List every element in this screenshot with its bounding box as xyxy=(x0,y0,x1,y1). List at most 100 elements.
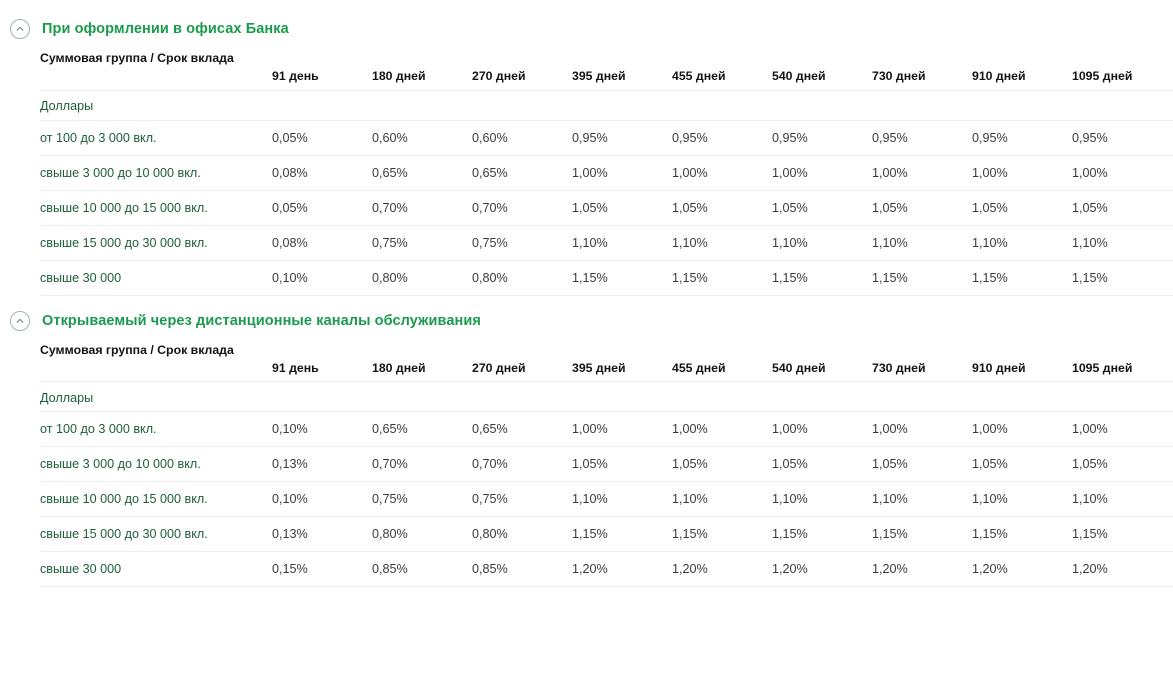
group-spacer xyxy=(272,381,372,412)
rate-cell: 1,10% xyxy=(1072,225,1173,261)
rate-cell: 0,65% xyxy=(372,155,472,191)
rate-cell: 0,05% xyxy=(272,190,372,226)
group-spacer xyxy=(572,90,672,121)
group-spacer xyxy=(972,90,1072,121)
chevron-up-circle-icon[interactable] xyxy=(10,19,30,39)
rate-cell: 0,08% xyxy=(272,225,372,261)
rate-cell: 1,20% xyxy=(1072,551,1173,587)
rate-cell: 1,00% xyxy=(972,411,1072,447)
rate-cell: 1,20% xyxy=(772,551,872,587)
rates-table-remote: Суммовая группа / Срок вклада 91 день 18… xyxy=(40,335,1173,587)
currency-group-label: Доллары xyxy=(40,381,272,412)
row-label: свыше 30 000 xyxy=(40,551,272,587)
section-header-offices[interactable]: При оформлении в офисах Банка xyxy=(0,14,1173,44)
rate-cell: 1,20% xyxy=(672,551,772,587)
deposit-rates-page: При оформлении в офисах Банка Суммовая г… xyxy=(0,0,1173,687)
table-row: свыше 10 000 до 15 000 вкл. 0,05% 0,70% … xyxy=(40,190,1173,226)
row-label: свыше 10 000 до 15 000 вкл. xyxy=(40,481,272,517)
rate-cell: 0,05% xyxy=(272,120,372,156)
rate-cell: 0,10% xyxy=(272,260,372,296)
table-row: свыше 30 000 0,10% 0,80% 0,80% 1,15% 1,1… xyxy=(40,260,1173,296)
table-row: от 100 до 3 000 вкл. 0,10% 0,65% 0,65% 1… xyxy=(40,411,1173,447)
rate-cell: 0,75% xyxy=(472,225,572,261)
group-spacer xyxy=(572,381,672,412)
rate-cell: 0,15% xyxy=(272,551,372,587)
rate-cell: 1,10% xyxy=(872,481,972,517)
column-header-term-910: 910 дней xyxy=(972,335,1072,382)
column-header-term-1095: 1095 дней xyxy=(1072,44,1173,91)
rate-cell: 0,95% xyxy=(872,120,972,156)
group-spacer xyxy=(1072,90,1173,121)
group-spacer xyxy=(372,381,472,412)
rate-cell: 0,75% xyxy=(372,481,472,517)
chevron-up-circle-icon[interactable] xyxy=(10,310,30,331)
rate-cell: 0,80% xyxy=(472,516,572,552)
rate-cell: 1,10% xyxy=(572,225,672,261)
rate-cell: 1,15% xyxy=(972,260,1072,296)
table-head: Суммовая группа / Срок вклада 91 день 18… xyxy=(40,44,1173,91)
rate-cell: 1,15% xyxy=(772,260,872,296)
rate-cell: 1,15% xyxy=(572,260,672,296)
rate-cell: 0,60% xyxy=(472,120,572,156)
row-label: свыше 15 000 до 30 000 вкл. xyxy=(40,225,272,261)
rate-cell: 0,80% xyxy=(472,260,572,296)
rate-cell: 0,08% xyxy=(272,155,372,191)
column-header-term-455: 455 дней xyxy=(672,44,772,91)
rate-cell: 1,15% xyxy=(872,260,972,296)
rate-cell: 1,15% xyxy=(772,516,872,552)
rate-cell: 1,20% xyxy=(872,551,972,587)
row-label: свыше 3 000 до 10 000 вкл. xyxy=(40,155,272,191)
rate-cell: 0,75% xyxy=(372,225,472,261)
rate-cell: 1,10% xyxy=(872,225,972,261)
column-header-term-180: 180 дней xyxy=(372,44,472,91)
column-header-term-455: 455 дней xyxy=(672,335,772,382)
column-header-term-91: 91 день xyxy=(272,335,372,382)
rate-cell: 1,00% xyxy=(972,155,1072,191)
rate-cell: 1,10% xyxy=(572,481,672,517)
rate-cell: 1,05% xyxy=(1072,446,1173,482)
table-row: свыше 3 000 до 10 000 вкл. 0,13% 0,70% 0… xyxy=(40,446,1173,482)
rate-cell: 1,00% xyxy=(772,411,872,447)
section-header-remote[interactable]: Открываемый через дистанционные каналы о… xyxy=(0,306,1173,336)
row-label: свыше 30 000 xyxy=(40,260,272,296)
rate-cell: 1,00% xyxy=(1072,411,1173,447)
rate-cell: 1,05% xyxy=(872,190,972,226)
rate-cell: 1,05% xyxy=(672,446,772,482)
rate-cell: 1,20% xyxy=(972,551,1072,587)
column-header-term-270: 270 дней xyxy=(472,44,572,91)
group-spacer xyxy=(472,381,572,412)
rate-cell: 1,10% xyxy=(772,481,872,517)
section-title-remote: Открываемый через дистанционные каналы о… xyxy=(42,312,481,329)
table-body: Доллары от 100 до 3 000 вкл. 0,05% 0,60%… xyxy=(40,90,1173,296)
group-spacer xyxy=(272,90,372,121)
table-row: свыше 30 000 0,15% 0,85% 0,85% 1,20% 1,2… xyxy=(40,551,1173,587)
table-row: свыше 3 000 до 10 000 вкл. 0,08% 0,65% 0… xyxy=(40,155,1173,191)
row-label: свыше 15 000 до 30 000 вкл. xyxy=(40,516,272,552)
rate-cell: 1,10% xyxy=(1072,481,1173,517)
group-spacer xyxy=(772,90,872,121)
rate-cell: 1,10% xyxy=(972,481,1072,517)
rate-cell: 0,70% xyxy=(472,446,572,482)
rate-cell: 0,10% xyxy=(272,411,372,447)
rate-cell: 1,15% xyxy=(1072,260,1173,296)
rate-cell: 0,95% xyxy=(572,120,672,156)
rate-cell: 1,00% xyxy=(872,411,972,447)
row-label: свыше 10 000 до 15 000 вкл. xyxy=(40,190,272,226)
rate-cell: 0,10% xyxy=(272,481,372,517)
rate-cell: 0,70% xyxy=(372,446,472,482)
rate-cell: 1,20% xyxy=(572,551,672,587)
rate-cell: 1,00% xyxy=(672,155,772,191)
rate-cell: 1,10% xyxy=(972,225,1072,261)
rate-cell: 1,15% xyxy=(1072,516,1173,552)
rate-cell: 1,00% xyxy=(872,155,972,191)
rate-cell: 1,05% xyxy=(672,190,772,226)
column-header-term-180: 180 дней xyxy=(372,335,472,382)
group-spacer xyxy=(372,90,472,121)
rate-cell: 1,15% xyxy=(872,516,972,552)
group-spacer xyxy=(1072,381,1173,412)
column-header-term-91: 91 день xyxy=(272,44,372,91)
group-spacer xyxy=(472,90,572,121)
column-header-term-395: 395 дней xyxy=(572,335,672,382)
rate-cell: 0,95% xyxy=(972,120,1072,156)
column-header-term-730: 730 дней xyxy=(872,335,972,382)
